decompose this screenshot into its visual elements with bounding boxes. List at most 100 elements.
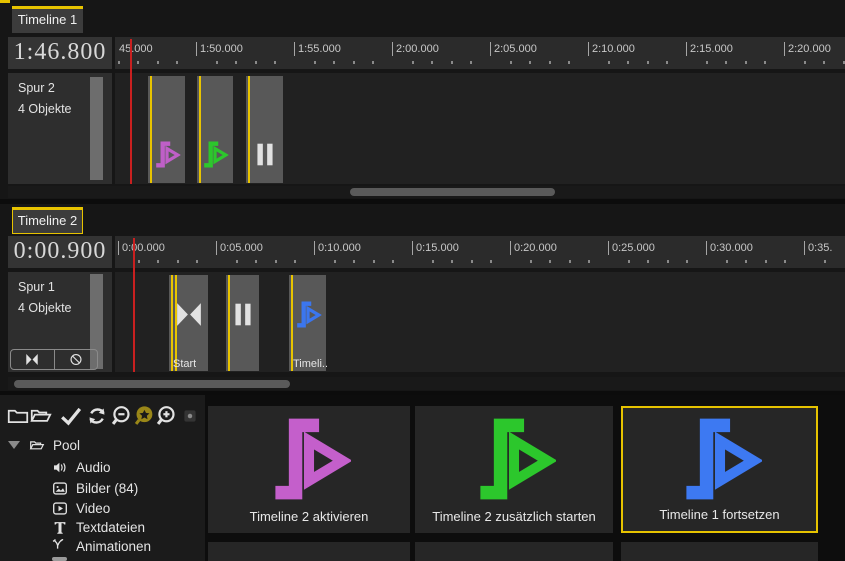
ruler-major-tick: [490, 42, 491, 56]
ruler-minor-tick: [255, 61, 257, 64]
ruler-minor-tick: [353, 260, 355, 263]
ruler-major-tick: [216, 241, 217, 255]
crossfade-button[interactable]: [11, 350, 54, 369]
tree-item-animationen[interactable]: Animationen: [52, 536, 151, 556]
ruler-major-tick: [608, 241, 609, 255]
ruler-minor-tick: [373, 260, 375, 263]
timeline-2-scrollbar-handle[interactable]: [14, 380, 290, 388]
ruler-minor-tick: [353, 61, 355, 64]
sync-button[interactable]: [86, 405, 108, 432]
ruler-minor-tick: [216, 61, 218, 64]
ruler-minor-tick: [432, 260, 434, 263]
timeline-1-lane[interactable]: [115, 73, 845, 184]
step-play-icon: [153, 141, 180, 168]
check-icon: [60, 405, 82, 427]
tree-item-pool[interactable]: Pool: [8, 435, 80, 455]
ruler-tick-label: 0:15.000: [416, 242, 459, 254]
timeline-clip[interactable]: [148, 76, 185, 183]
tree-item-bilder-84-[interactable]: Bilder (84): [52, 478, 138, 498]
ruler-minor-tick: [157, 260, 159, 263]
step-play-icon: [202, 141, 229, 168]
tree-item-label: Animationen: [76, 539, 151, 554]
command-tiles-area: Timeline 2 aktivieren Timeline 2 zusätzl…: [205, 395, 845, 561]
ruler-minor-tick: [314, 61, 316, 64]
timeline-1-ruler[interactable]: 45.0001:50.0001:55.0002:00.0002:05.0002:…: [115, 37, 845, 69]
timeline-editor-window: Timeline 1 1:46.800 45.0001:50.0001:55.0…: [0, 0, 845, 561]
ruler-minor-tick: [608, 61, 610, 64]
ruler-minor-tick: [823, 61, 825, 64]
command-tile-next-row[interactable]: [415, 542, 613, 561]
zoom-minus-button[interactable]: [110, 405, 132, 432]
ruler-major-tick: [588, 42, 589, 56]
ruler-minor-tick: [745, 260, 747, 263]
timeline-2-ruler[interactable]: 0:00.0000:05.0000:10.0000:15.0000:20.000…: [115, 236, 845, 268]
timeline-2-lane[interactable]: Start Timeli...: [115, 272, 845, 372]
tree-item-partial-icon: [52, 557, 67, 561]
folder-open-icon: [29, 438, 45, 453]
ruler-minor-tick: [470, 61, 472, 64]
pause-icon: [251, 141, 278, 168]
track-object-count: 4 Objekte: [18, 301, 72, 315]
timeline-2-track-header: Spur 1 4 Objekte: [8, 272, 112, 372]
sync-icon: [86, 405, 108, 427]
command-tile-timeline-2-aktivieren[interactable]: Timeline 2 aktivieren: [208, 406, 410, 533]
command-tile-timeline-1-fortsetzen[interactable]: Timeline 1 fortsetzen: [621, 406, 818, 533]
ruler-minor-tick: [176, 61, 178, 64]
window-edge-accent: [0, 0, 10, 3]
ruler-minor-tick: [765, 260, 767, 263]
step-play-icon: [294, 301, 321, 328]
step-play-icon: [267, 417, 351, 501]
bottom-panel: Pool Audio Bilder (84) VideoTextdateien …: [0, 395, 845, 561]
ruler-minor-tick: [510, 61, 512, 64]
step-play-icon: [678, 417, 762, 501]
ruler-minor-tick: [451, 260, 453, 263]
audio-icon: [52, 460, 68, 475]
ruler-major-tick: [294, 42, 295, 56]
folder-open-button[interactable]: [30, 405, 52, 432]
clip-start-marker: [248, 76, 250, 183]
expander-icon[interactable]: [8, 441, 20, 449]
timeline-1-timecode-display: 1:46.800: [8, 37, 112, 69]
section-divider: [0, 199, 845, 204]
command-tile-timeline-2-zus-tzlich-starten[interactable]: Timeline 2 zusätzlich starten: [415, 406, 613, 533]
tree-item-textdateien[interactable]: Textdateien: [52, 517, 145, 537]
pool-panel: Pool Audio Bilder (84) VideoTextdateien …: [0, 395, 205, 561]
tab-timeline-1[interactable]: Timeline 1: [12, 6, 83, 33]
track-fader[interactable]: [90, 77, 103, 180]
timeline-1-playhead[interactable]: [130, 39, 132, 184]
ruler-tick-label: 2:10.000: [592, 43, 635, 55]
zoom-plus-button[interactable]: [155, 405, 177, 432]
ruler-tick-label: 0:35.: [808, 242, 832, 254]
clip-start-marker: [291, 275, 293, 371]
ruler-minor-tick: [667, 260, 669, 263]
command-tile-next-row[interactable]: [621, 542, 818, 561]
timeline-clip-start[interactable]: Start: [169, 275, 208, 371]
folder-button[interactable]: [7, 405, 29, 432]
timeline-clip[interactable]: [226, 275, 259, 371]
tab-timeline-2[interactable]: Timeline 2: [12, 207, 83, 234]
timeline-clip[interactable]: [197, 76, 233, 183]
track-header-buttons: [10, 349, 98, 370]
tree-item-label: Video: [76, 501, 110, 516]
timeline-clip[interactable]: [246, 76, 283, 183]
ruler-minor-tick: [274, 61, 276, 64]
ruler-minor-tick: [235, 61, 237, 64]
timeline-clip-timeli[interactable]: Timeli...: [289, 275, 326, 371]
ruler-minor-tick: [529, 61, 531, 64]
ruler-tick-label: 0:20.000: [514, 242, 557, 254]
timeline-2-playhead[interactable]: [133, 238, 135, 372]
zoom-star-button[interactable]: [133, 405, 155, 432]
ruler-minor-tick: [568, 61, 570, 64]
check-button[interactable]: [60, 405, 82, 432]
ruler-tick-label: 2:00.000: [396, 43, 439, 55]
timeline-1-scrollbar-handle[interactable]: [350, 188, 555, 196]
image-icon: [52, 481, 68, 496]
ruler-minor-tick: [137, 61, 139, 64]
tree-item-audio[interactable]: Audio: [52, 457, 111, 477]
blocked-button[interactable]: [54, 350, 98, 369]
track-name: Spur 1: [18, 280, 55, 294]
command-tile-next-row[interactable]: [208, 542, 410, 561]
folder-icon: [7, 405, 29, 427]
tree-item-video[interactable]: Video: [52, 498, 110, 518]
record-dot-button[interactable]: [183, 409, 197, 428]
